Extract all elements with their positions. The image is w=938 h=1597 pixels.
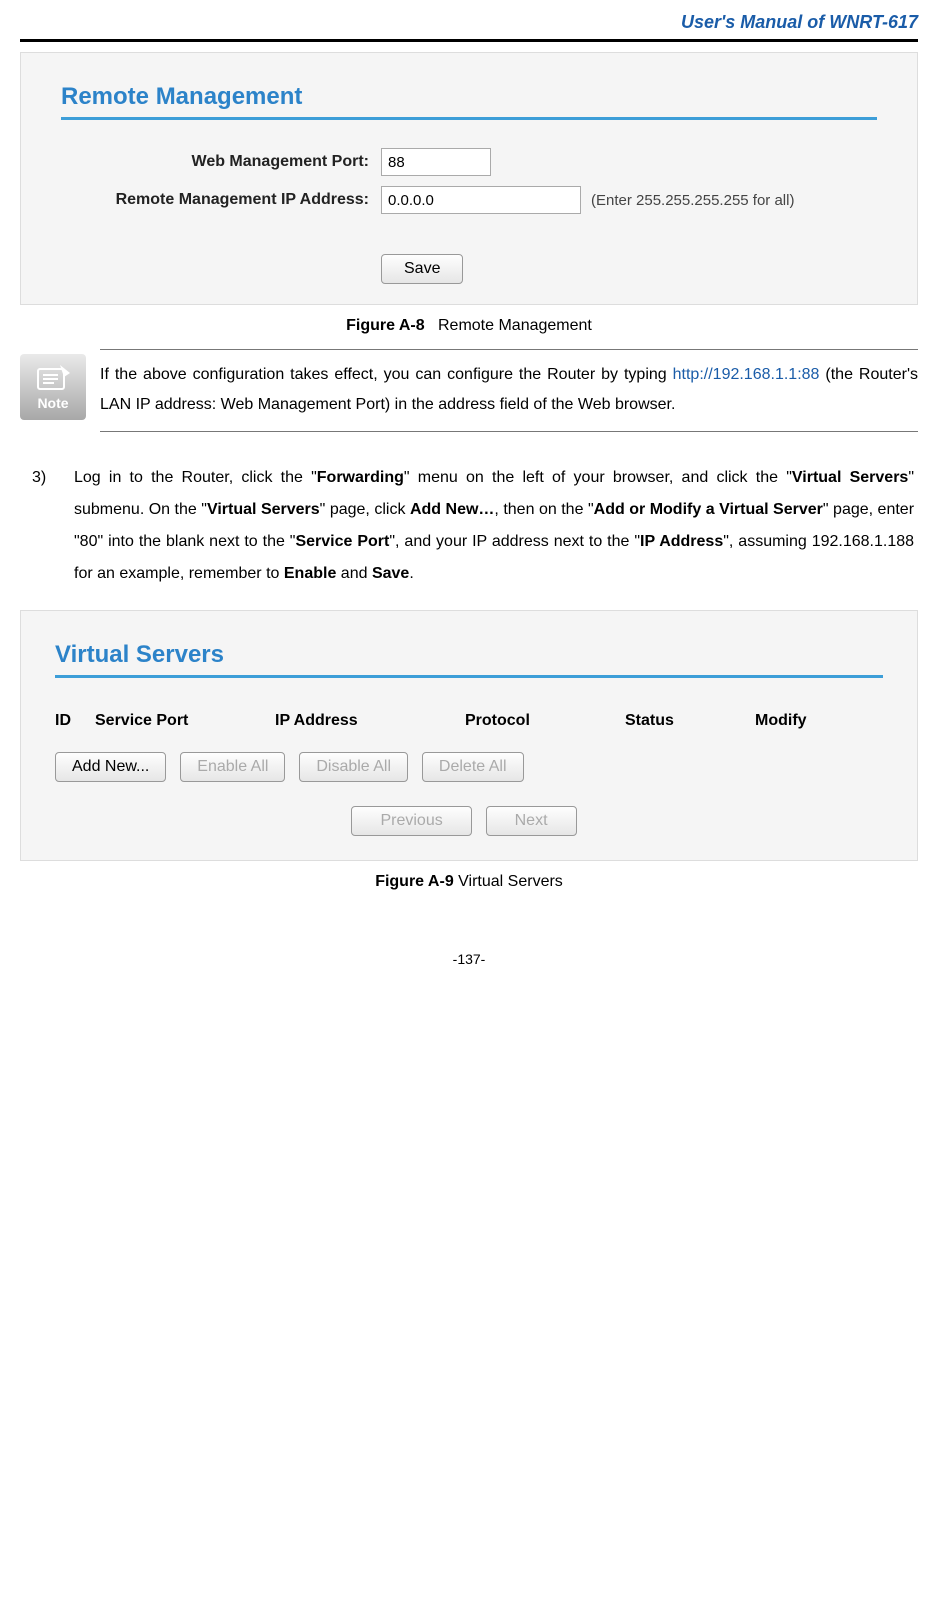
step3-number: 3) [24, 462, 74, 590]
note-text: If the above configuration takes effect,… [90, 350, 918, 431]
disable-all-button[interactable]: Disable All [299, 752, 408, 782]
col-protocol: Protocol [465, 712, 625, 730]
delete-all-button[interactable]: Delete All [422, 752, 524, 782]
virtual-servers-table-head: ID Service Port IP Address Protocol Stat… [55, 706, 883, 748]
note-link: http://192.168.1.1:88 [673, 366, 820, 383]
remote-management-panel: Remote Management Web Management Port: R… [20, 52, 918, 305]
remote-ip-label: Remote Management IP Address: [61, 191, 381, 209]
col-modify: Modify [755, 712, 855, 730]
add-new-button[interactable]: Add New... [55, 752, 166, 782]
save-button[interactable]: Save [381, 254, 463, 284]
figure-a9-label: Figure A-9 [375, 873, 454, 890]
panel-underline-2 [55, 675, 883, 678]
col-service-port: Service Port [95, 712, 275, 730]
remote-ip-input[interactable] [381, 186, 581, 214]
panel-heading-virtual: Virtual Servers [55, 641, 883, 669]
note-block: Note If the above configuration takes ef… [100, 349, 918, 432]
note-icon: Note [20, 354, 86, 420]
previous-button[interactable]: Previous [351, 806, 471, 836]
virtual-servers-panel: Virtual Servers ID Service Port IP Addre… [20, 610, 918, 861]
header-divider [20, 39, 918, 42]
note-icon-label: Note [37, 395, 68, 411]
figure-a8-title: Remote Management [438, 317, 592, 334]
panel-underline [61, 117, 877, 120]
col-ip-address: IP Address [275, 712, 465, 730]
next-button[interactable]: Next [486, 806, 577, 836]
step3-body: Log in to the Router, click the "Forward… [74, 462, 914, 590]
page-number: -137- [20, 951, 918, 967]
panel-heading-remote: Remote Management [61, 83, 877, 111]
figure-a9-title: Virtual Servers [454, 873, 563, 890]
figure-a8-caption: Figure A-8 Remote Management [20, 317, 918, 335]
col-status: Status [625, 712, 755, 730]
remote-ip-hint: (Enter 255.255.255.255 for all) [591, 192, 794, 209]
col-id: ID [55, 712, 95, 730]
figure-a8-label: Figure A-8 [346, 317, 425, 334]
enable-all-button[interactable]: Enable All [180, 752, 285, 782]
figure-a9-caption: Figure A-9 Virtual Servers [20, 873, 918, 891]
header-title: User's Manual of WNRT-617 [20, 0, 918, 39]
web-port-label: Web Management Port: [61, 153, 381, 171]
web-port-input[interactable] [381, 148, 491, 176]
